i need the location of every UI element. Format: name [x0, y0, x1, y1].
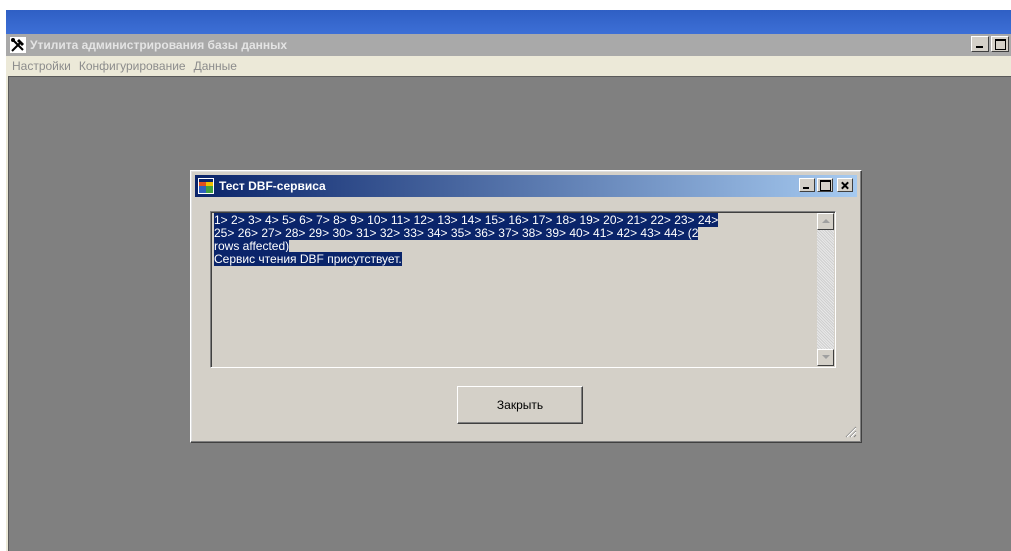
- dialog-maximize-button[interactable]: [817, 178, 833, 192]
- dbf-test-dialog: Тест DBF-сервиса 1> 2> 3> 4> 5> 6> 7> 8>…: [190, 170, 862, 443]
- scroll-down-icon[interactable]: [817, 349, 834, 366]
- output-line: 1> 2> 3> 4> 5> 6> 7> 8> 9> 10> 11> 12> 1…: [214, 213, 719, 227]
- dialog-title: Тест DBF-сервиса: [219, 179, 326, 193]
- output-text: 1> 2> 3> 4> 5> 6> 7> 8> 9> 10> 11> 12> 1…: [214, 213, 814, 266]
- scroll-up-icon[interactable]: [817, 213, 834, 230]
- desktop-top-strip: [0, 0, 1011, 34]
- close-button[interactable]: Закрыть: [457, 386, 583, 424]
- menu-bar: Настройки Конфигурирование Данные: [6, 56, 1011, 76]
- tools-icon: [10, 37, 26, 53]
- main-maximize-button[interactable]: [991, 36, 1009, 52]
- output-textbox[interactable]: 1> 2> 3> 4> 5> 6> 7> 8> 9> 10> 11> 12> 1…: [210, 211, 836, 368]
- main-titlebar[interactable]: Утилита администрирования базы данных: [6, 34, 1011, 56]
- dialog-titlebar[interactable]: Тест DBF-сервиса: [195, 175, 857, 197]
- menu-item-data[interactable]: Данные: [190, 59, 241, 73]
- dialog-minimize-button[interactable]: [799, 178, 815, 192]
- desktop-bar: [6, 10, 1011, 34]
- main-minimize-button[interactable]: [971, 36, 989, 52]
- vertical-scrollbar[interactable]: [817, 213, 834, 366]
- menu-item-settings[interactable]: Настройки: [8, 59, 75, 73]
- output-line: rows affected): [214, 239, 290, 253]
- window-app-icon: [198, 178, 214, 194]
- main-window-title: Утилита администрирования базы данных: [30, 38, 288, 52]
- dialog-close-icon[interactable]: [837, 178, 853, 192]
- output-line: Сервис чтения DBF присутствует.: [214, 252, 402, 266]
- menu-item-configuration[interactable]: Конфигурирование: [75, 59, 190, 73]
- resize-grip-icon[interactable]: [845, 426, 857, 438]
- output-line: 25> 26> 27> 28> 29> 30> 31> 32> 33> 34> …: [214, 226, 699, 240]
